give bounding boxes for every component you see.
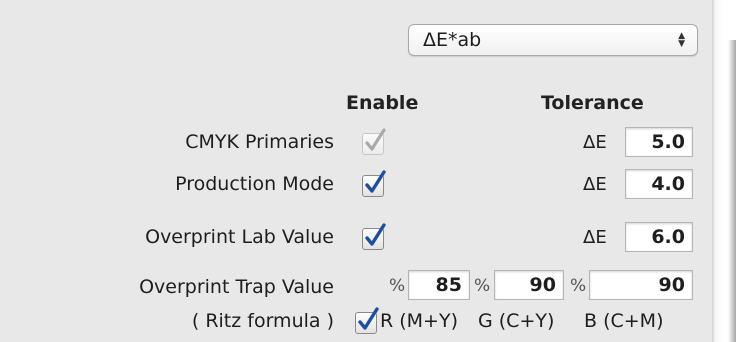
check-icon [358, 307, 379, 330]
chevron-up-down-icon: ▲ ▼ [678, 31, 685, 49]
production-mode-checkbox[interactable] [362, 170, 386, 197]
cmyk-primaries-tolerance-field[interactable]: 5.0 [625, 127, 693, 157]
trap-red-percent-symbol: % [389, 276, 406, 296]
tolerance-column-header: Tolerance [541, 92, 644, 114]
window-shadow [728, 40, 736, 342]
cmyk-primaries-delta-e-label: ΔE [583, 132, 607, 153]
production-mode-label: Production Mode [175, 173, 334, 195]
trap-red-value-field[interactable]: 85 [408, 270, 470, 300]
overprint-lab-value-delta-e-label: ΔE [583, 227, 607, 248]
overprint-lab-value-checkbox[interactable] [362, 223, 386, 250]
production-mode-delta-e-label: ΔE [583, 174, 607, 195]
overprint-lab-value-label: Overprint Lab Value [145, 226, 334, 248]
enable-column-header: Enable [346, 92, 419, 114]
metric-select-value: ΔE*ab [423, 29, 482, 51]
trap-green-percent-symbol: % [474, 276, 491, 296]
trap-blue-value-field[interactable]: 90 [589, 270, 693, 300]
check-icon [365, 170, 386, 193]
overprint-trap-value-label: Overprint Trap Value [139, 276, 334, 298]
check-icon [365, 223, 386, 246]
channel-g-label: G (C+Y) [478, 310, 555, 332]
channel-b-label: B (C+M) [584, 310, 664, 332]
ritz-formula-checkbox[interactable] [355, 307, 379, 334]
ritz-formula-label: ( Ritz formula ) [191, 310, 334, 332]
cmyk-primaries-label: CMYK Primaries [185, 131, 334, 153]
channel-r-label: R (M+Y) [380, 310, 458, 332]
production-mode-tolerance-field[interactable]: 4.0 [625, 169, 693, 199]
cmyk-primaries-checkbox[interactable] [362, 128, 386, 155]
delta-e-metric-select[interactable]: ΔE*ab ▲ ▼ [408, 24, 698, 56]
overprint-lab-value-tolerance-field[interactable]: 6.0 [625, 222, 693, 252]
trap-blue-percent-symbol: % [570, 276, 587, 296]
trap-green-value-field[interactable]: 90 [494, 270, 564, 300]
check-icon [365, 128, 386, 151]
